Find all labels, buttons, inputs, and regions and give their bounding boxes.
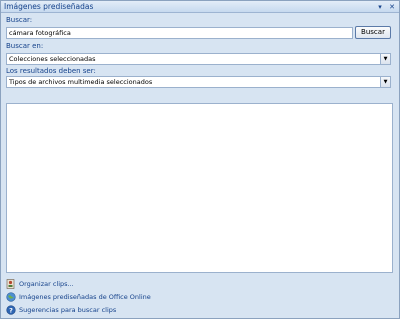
search-in-select[interactable]: Colecciones seleccionadas ▼ <box>6 53 391 65</box>
search-tips-label: Sugerencias para buscar clips <box>19 306 117 314</box>
chevron-down-icon[interactable]: ▼ <box>380 54 390 64</box>
pane-title-bar: Imágenes prediseñadas ▾ ✕ <box>1 1 399 13</box>
search-in-selected-value: Colecciones seleccionadas <box>9 55 96 63</box>
pane-options-dropdown-icon[interactable]: ▾ <box>375 2 385 12</box>
pane-title: Imágenes prediseñadas <box>4 2 94 11</box>
search-button[interactable]: Buscar <box>355 26 391 39</box>
help-icon: ? <box>6 305 16 315</box>
chevron-down-icon[interactable]: ▼ <box>380 77 390 87</box>
pane-close-icon[interactable]: ✕ <box>387 2 397 12</box>
svg-text:?: ? <box>9 306 13 314</box>
office-online-label: Imágenes prediseñadas de Office Online <box>19 293 151 301</box>
results-list[interactable] <box>6 103 393 273</box>
results-type-selected-value: Tipos de archivos multimedia seleccionad… <box>9 78 153 86</box>
organize-clips-label: Organizar clips... <box>19 280 74 288</box>
organize-clips-icon <box>6 279 15 289</box>
search-input[interactable]: cámara fotográfica <box>6 27 353 39</box>
office-online-icon <box>6 292 16 302</box>
search-in-label: Buscar en: <box>6 42 44 50</box>
results-type-label: Los resultados deben ser: <box>6 67 96 75</box>
clip-art-pane: Imágenes prediseñadas ▾ ✕ Buscar: cámara… <box>0 0 400 319</box>
results-type-select[interactable]: Tipos de archivos multimedia seleccionad… <box>6 76 391 88</box>
search-label: Buscar: <box>6 16 33 24</box>
